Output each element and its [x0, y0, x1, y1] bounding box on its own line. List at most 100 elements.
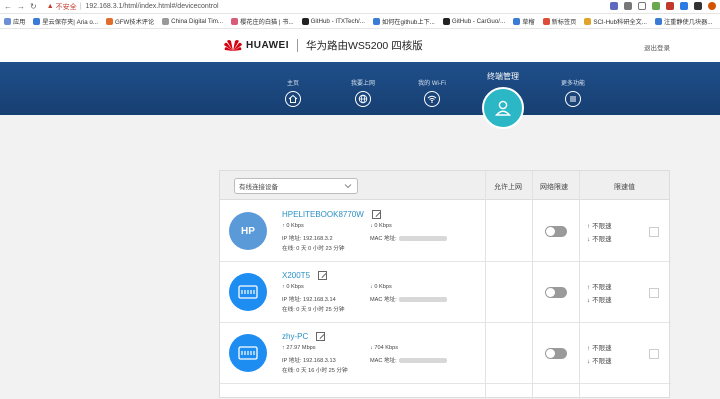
speed-limit-toggle[interactable] — [545, 226, 567, 237]
bookmark-label: 樱花庄的白猫 | 书... — [240, 18, 294, 26]
mac-label: MAC 地址: — [370, 358, 397, 364]
mac-redacted — [398, 236, 447, 242]
bookmark-favicon-icon — [33, 17, 41, 25]
ethernet-port-icon — [238, 285, 258, 299]
bookmark-favicon-icon — [231, 17, 239, 25]
star-icon[interactable] — [638, 2, 646, 10]
wifi-icon — [424, 91, 440, 107]
bookmark-item[interactable]: 星云保存夹| Aria o... — [33, 17, 98, 26]
globe-icon — [355, 91, 371, 107]
upload-rate: ↑ 27.97 Mbps — [282, 345, 316, 351]
avatar-initials: HP — [241, 225, 255, 237]
user-icon — [482, 87, 524, 129]
reload-icon[interactable]: ↻ — [30, 2, 37, 11]
device-name-area: HPELITEBOOK8770W — [282, 210, 381, 219]
edit-limit-icon[interactable] — [649, 227, 659, 237]
bookmark-label: GitHub - ITXTech/... — [310, 17, 365, 25]
translate-icon[interactable] — [610, 2, 618, 10]
mac-label: MAC 地址: — [370, 297, 397, 303]
security-label: 不安全 — [55, 3, 77, 11]
bookmark-item[interactable]: SCI-Hub科研全文... — [584, 17, 647, 26]
upload-value: 0 Kbps — [286, 284, 304, 290]
download-value: 0 Kbps — [374, 284, 392, 290]
bookmark-item[interactable]: 应用 — [4, 17, 25, 26]
upload-limit-value: 不限速 — [592, 284, 612, 291]
device-avatar: HP — [229, 212, 267, 250]
huawei-petal-icon — [224, 40, 242, 51]
edit-name-icon[interactable] — [316, 332, 326, 341]
edit-limit-icon[interactable] — [649, 288, 659, 298]
extension-icon[interactable] — [680, 2, 688, 10]
speed-limit-toggle[interactable] — [545, 348, 567, 359]
bookmark-favicon-icon — [442, 17, 450, 25]
upload-rate: ↑ 0 Kbps — [282, 223, 304, 229]
upload-rate: ↑ 0 Kbps — [282, 284, 304, 290]
device-table: 有线连接设备 允许上网 网络限速 限速值 HP HPELITEBOOK8770W ↑… — [219, 170, 671, 399]
menu-icon — [565, 91, 581, 107]
online-duration: 在线: 0 天 16 小时 25 分钟 — [282, 368, 348, 374]
mac-redacted — [398, 358, 447, 364]
download-value: 704 Kbps — [374, 345, 398, 351]
forward-icon[interactable]: → — [17, 2, 25, 11]
download-limit-value: 不限速 — [592, 236, 612, 243]
edit-limit-icon[interactable] — [649, 349, 659, 359]
back-icon[interactable]: ← — [4, 2, 12, 11]
upload-value: 27.97 Mbps — [286, 345, 316, 351]
extension-icon[interactable] — [652, 2, 660, 10]
bookmark-item[interactable]: China Digital Tim... — [162, 17, 224, 25]
table-header: 有线连接设备 允许上网 网络限速 限速值 — [220, 171, 669, 200]
bookmark-item[interactable]: 注重静使几块器... — [654, 17, 712, 26]
nav-more[interactable]: 更多功能 — [543, 78, 603, 107]
bookmark-label: 应用 — [13, 18, 26, 26]
nav-wifi[interactable]: 我的 Wi-Fi — [402, 78, 462, 107]
nav-internet[interactable]: 我要上网 — [333, 78, 393, 107]
extension-icon[interactable] — [694, 2, 702, 10]
home-icon — [285, 91, 301, 107]
bookmark-item[interactable]: 樱花庄的白猫 | 书... — [231, 17, 294, 26]
device-avatar — [229, 273, 267, 311]
header-divider — [297, 39, 298, 52]
ip-address: IP 地址: 192.168.3.14 — [282, 297, 336, 303]
edit-name-icon[interactable] — [318, 271, 328, 280]
bookmark-item[interactable]: GitHub - CarGuo/... — [442, 17, 505, 25]
upload-limit: ↑ 不限速 — [587, 342, 612, 352]
bookmark-favicon-icon — [584, 17, 592, 25]
nav-label: 我要上网 — [350, 81, 375, 87]
bookmarks-bar: 应用 星云保存夹| Aria o... GFW技术评论 China Digital T… — [0, 14, 720, 29]
bookmark-favicon-icon — [542, 17, 550, 25]
bookmark-label: China Digital Tim... — [171, 17, 224, 25]
edit-name-icon[interactable] — [371, 210, 381, 219]
bookmark-item[interactable]: GFW技术评论 — [105, 17, 155, 26]
url-field[interactable]: 192.168.3.1/html/index.html#/devicecontr… — [85, 3, 218, 10]
device-filter-select[interactable]: 有线连接设备 — [234, 178, 358, 194]
device-name: X200T5 — [282, 271, 311, 280]
nav-device-management[interactable]: 终端管理 — [472, 71, 534, 129]
header-limit-value: 限速值 — [614, 184, 635, 191]
security-warning[interactable]: ▲ 不安全 — [47, 2, 77, 12]
chevron-down-icon — [344, 182, 352, 192]
logout-link[interactable]: 退出登录 — [644, 42, 670, 52]
bookmark-label: 草榴 — [522, 18, 535, 26]
profile-icon[interactable] — [708, 2, 716, 10]
download-limit-value: 不限速 — [592, 297, 612, 304]
ip-address: IP 地址: 192.168.3.2 — [282, 236, 333, 242]
download-value: 0 Kbps — [374, 223, 392, 229]
mac-redacted — [398, 297, 447, 303]
extension-icon[interactable] — [666, 2, 674, 10]
bookmark-label: GFW技术评论 — [114, 18, 155, 26]
nav-label: 我的 Wi-Fi — [418, 81, 446, 87]
bookmark-item[interactable]: 草榴 — [513, 17, 535, 26]
key-icon[interactable] — [624, 2, 632, 10]
browser-address-bar: ← → ↻ ▲ 不安全 | 192.168.3.1/html/index.htm… — [0, 0, 720, 14]
main-nav: 主页 我要上网 我的 Wi-Fi 更多功能 — [0, 62, 720, 115]
device-name: HPELITEBOOK8770W — [282, 210, 364, 219]
device-name: zhy-PC — [282, 332, 309, 341]
nav-home[interactable]: 主页 — [263, 78, 323, 107]
download-limit: ↓ 不限速 — [587, 294, 612, 304]
download-limit: ↓ 不限速 — [587, 233, 612, 243]
bookmark-item[interactable]: 新标签页 — [542, 17, 576, 26]
speed-limit-toggle[interactable] — [545, 287, 567, 298]
bookmark-item[interactable]: GitHub - ITXTech/... — [301, 17, 365, 25]
warning-icon: ▲ — [46, 3, 54, 10]
bookmark-item[interactable]: 如何在github上下... — [372, 17, 435, 26]
